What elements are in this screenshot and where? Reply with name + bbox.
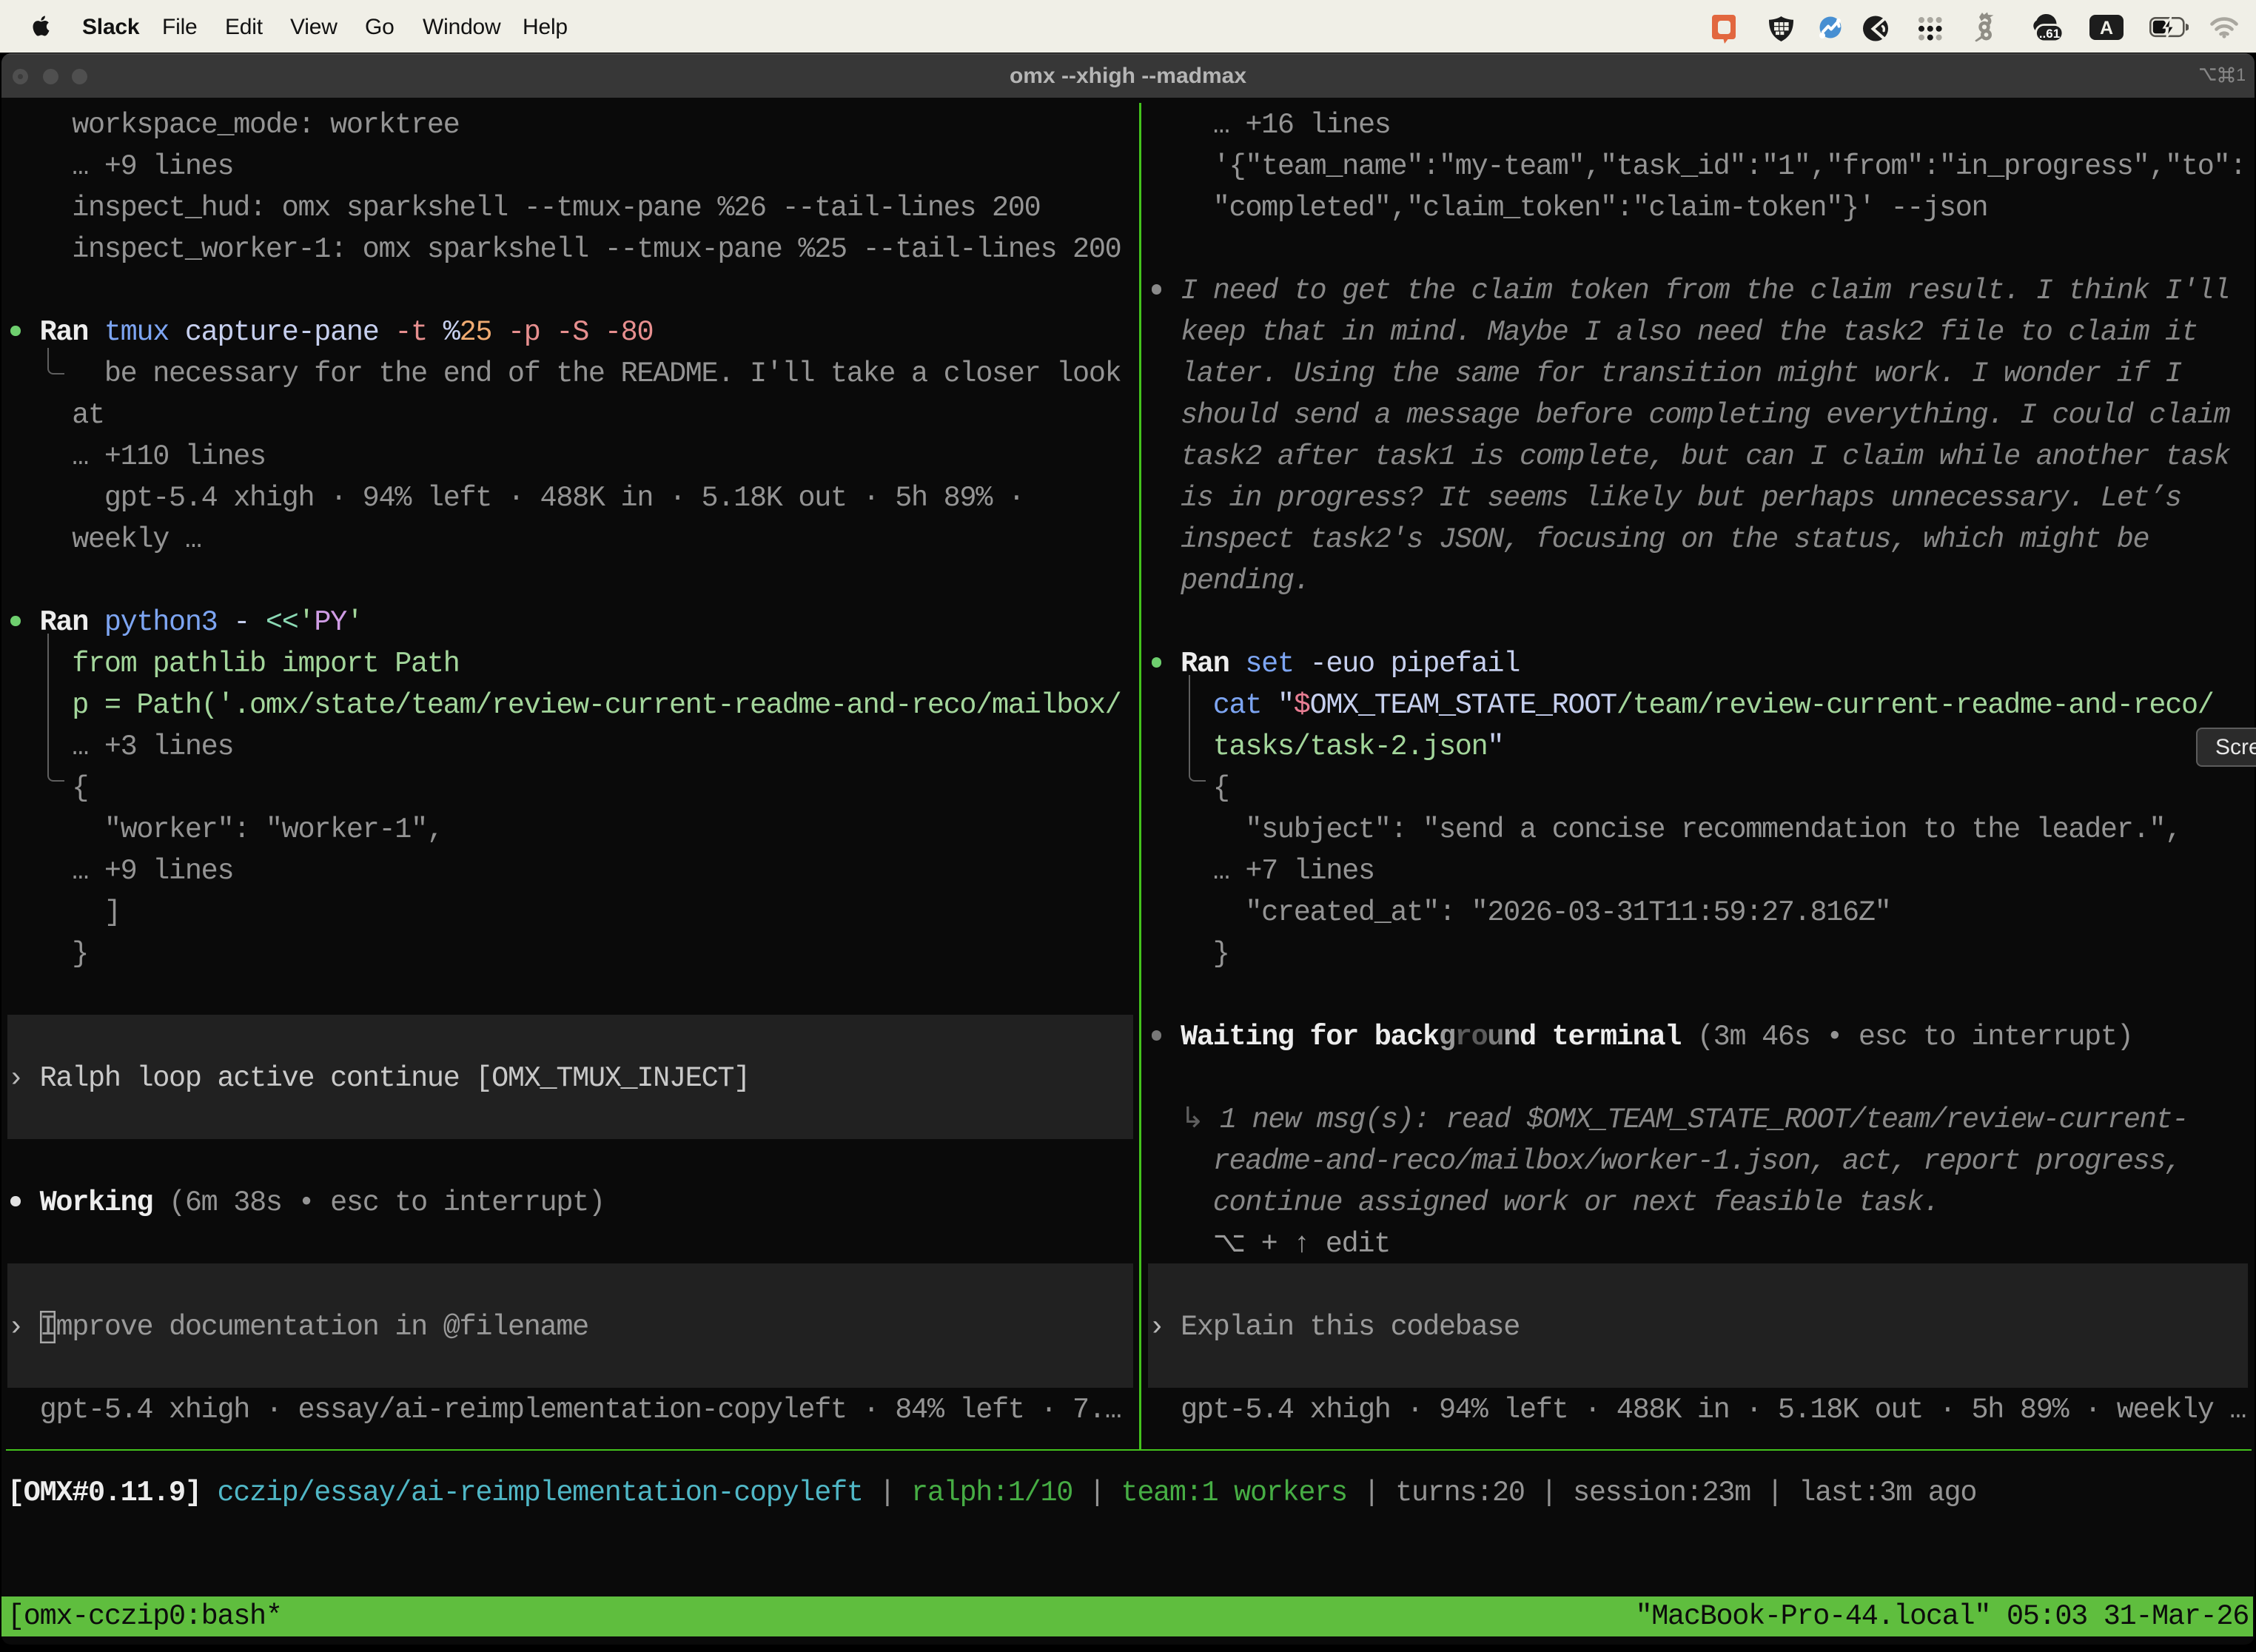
svg-text:A: A	[2100, 18, 2113, 38]
svg-text:1: 1	[2236, 66, 2245, 84]
svg-text:..61: ..61	[2039, 27, 2060, 41]
